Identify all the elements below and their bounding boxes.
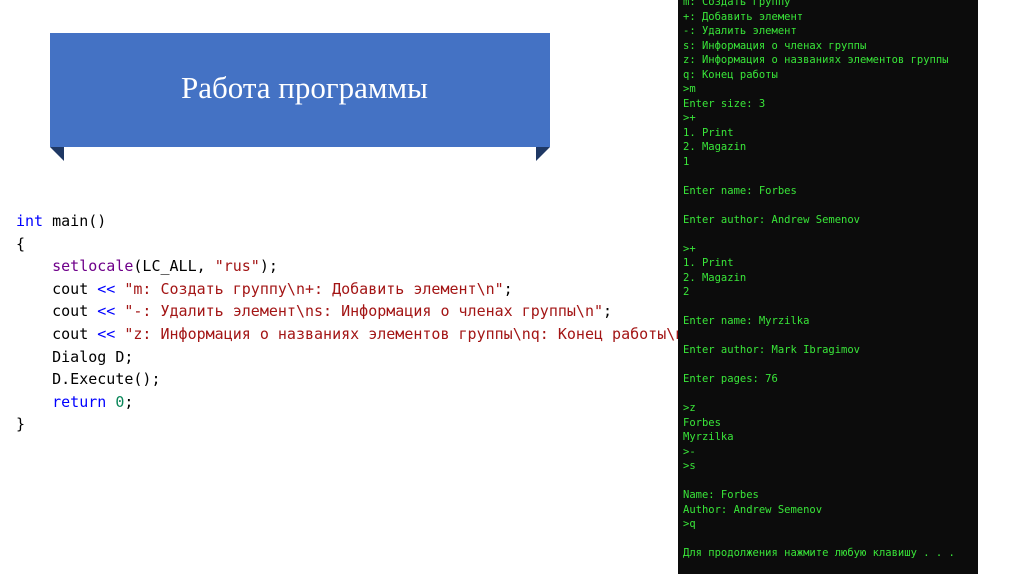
console-line: >q xyxy=(683,518,696,530)
slide-title: Работа программы xyxy=(181,70,428,105)
console-line: +: Добавить элемент xyxy=(683,10,804,23)
console-line: 1. Print xyxy=(683,126,734,139)
console-line: >+ xyxy=(683,242,696,255)
title-banner: Работа программы xyxy=(50,33,550,147)
menu-string-1: "m: Создать группу\n+: Добавить элемент\… xyxy=(124,279,504,298)
console-line: Name: Forbes xyxy=(683,489,759,501)
cout-3: cout xyxy=(52,324,89,343)
code-line-6: cout << "z: Информация о названиях элеме… xyxy=(16,323,702,346)
console-line: >+ xyxy=(683,112,696,124)
console-line: q: Конец работы xyxy=(683,68,778,81)
keyword-return: return xyxy=(52,392,107,411)
code-line-2: { xyxy=(16,233,702,256)
console-line: Для продолжения нажмите любую клавишу . … xyxy=(683,547,955,559)
semicolon-4: ; xyxy=(124,392,134,411)
console-line: >- xyxy=(683,445,696,458)
cout-1: cout xyxy=(52,279,89,298)
console-line: -: Удалить элемент xyxy=(683,25,797,37)
stream-op-3: << xyxy=(97,324,116,343)
code-line-5: cout << "-: Удалить элемент\ns: Информац… xyxy=(16,300,702,323)
console-window: m: Создать группу +: Добавить элемент -: У… xyxy=(678,0,978,574)
setlocale-args: (LC_ALL, xyxy=(133,257,215,276)
menu-string-2: "-: Удалить элемент\ns: Информация о чле… xyxy=(124,302,604,321)
dialog-declaration: Dialog D; xyxy=(52,347,134,366)
console-line: >z xyxy=(683,402,696,414)
setlocale-end: ); xyxy=(259,257,278,276)
console-line: Enter author: Mark Ibragimov xyxy=(683,344,861,356)
stream-op-2: << xyxy=(97,302,116,321)
console-line: m: Создать группу xyxy=(683,0,791,8)
console-line: Author: Andrew Semenov xyxy=(683,503,823,516)
code-block: int main(){ setlocale(LC_ALL, "rus"); co… xyxy=(16,210,702,436)
code-line-8: D.Execute(); xyxy=(16,368,702,391)
close-brace: } xyxy=(16,415,26,434)
code-line-7: Dialog D; xyxy=(16,346,702,369)
locale-string: "rus" xyxy=(214,257,260,276)
console-line: Forbes xyxy=(683,416,721,429)
console-line: Enter pages: 76 xyxy=(683,373,778,385)
execute-call: D.Execute(); xyxy=(52,370,161,389)
console-line: Enter size: 3 xyxy=(683,97,766,110)
console-line: Enter author: Andrew Semenov xyxy=(683,213,861,226)
code-line-10: } xyxy=(16,413,702,436)
setlocale-call: setlocale xyxy=(52,257,134,276)
open-brace: { xyxy=(16,234,26,253)
stream-op-1: << xyxy=(97,279,116,298)
console-line: Enter name: Myrzilka xyxy=(683,315,810,327)
main-signature: main() xyxy=(43,212,107,230)
banner-fold-left xyxy=(50,147,64,161)
console-line: Enter name: Forbes xyxy=(683,184,797,197)
banner-fold-right xyxy=(536,147,550,161)
code-line-4: cout << "m: Создать группу\n+: Добавить … xyxy=(16,278,702,301)
console-line: 2. Magazin xyxy=(683,271,747,284)
console-line: s: Информация о членах группы xyxy=(683,39,867,52)
console-line: 1 xyxy=(683,155,690,168)
semicolon-2: ; xyxy=(603,302,613,321)
console-line: Myrzilka xyxy=(683,431,734,443)
console-line: z: Информация о названиях элементов груп… xyxy=(683,54,949,66)
console-output: m: Создать группу +: Добавить элемент -: У… xyxy=(683,0,955,561)
code-line-1: int main() xyxy=(16,210,702,233)
console-line: 2 xyxy=(683,286,690,298)
cout-2: cout xyxy=(52,302,89,321)
menu-string-3: "z: Информация о названиях элементов гру… xyxy=(124,324,694,343)
console-line: >s xyxy=(683,460,696,472)
keyword-int: int xyxy=(16,212,44,230)
console-line: 2. Magazin xyxy=(683,141,747,153)
code-line-3: setlocale(LC_ALL, "rus"); xyxy=(16,255,702,278)
console-line: 1. Print xyxy=(683,257,734,269)
semicolon-1: ; xyxy=(503,279,513,298)
console-line: >m xyxy=(683,83,696,95)
code-line-9: return 0; xyxy=(16,391,702,414)
